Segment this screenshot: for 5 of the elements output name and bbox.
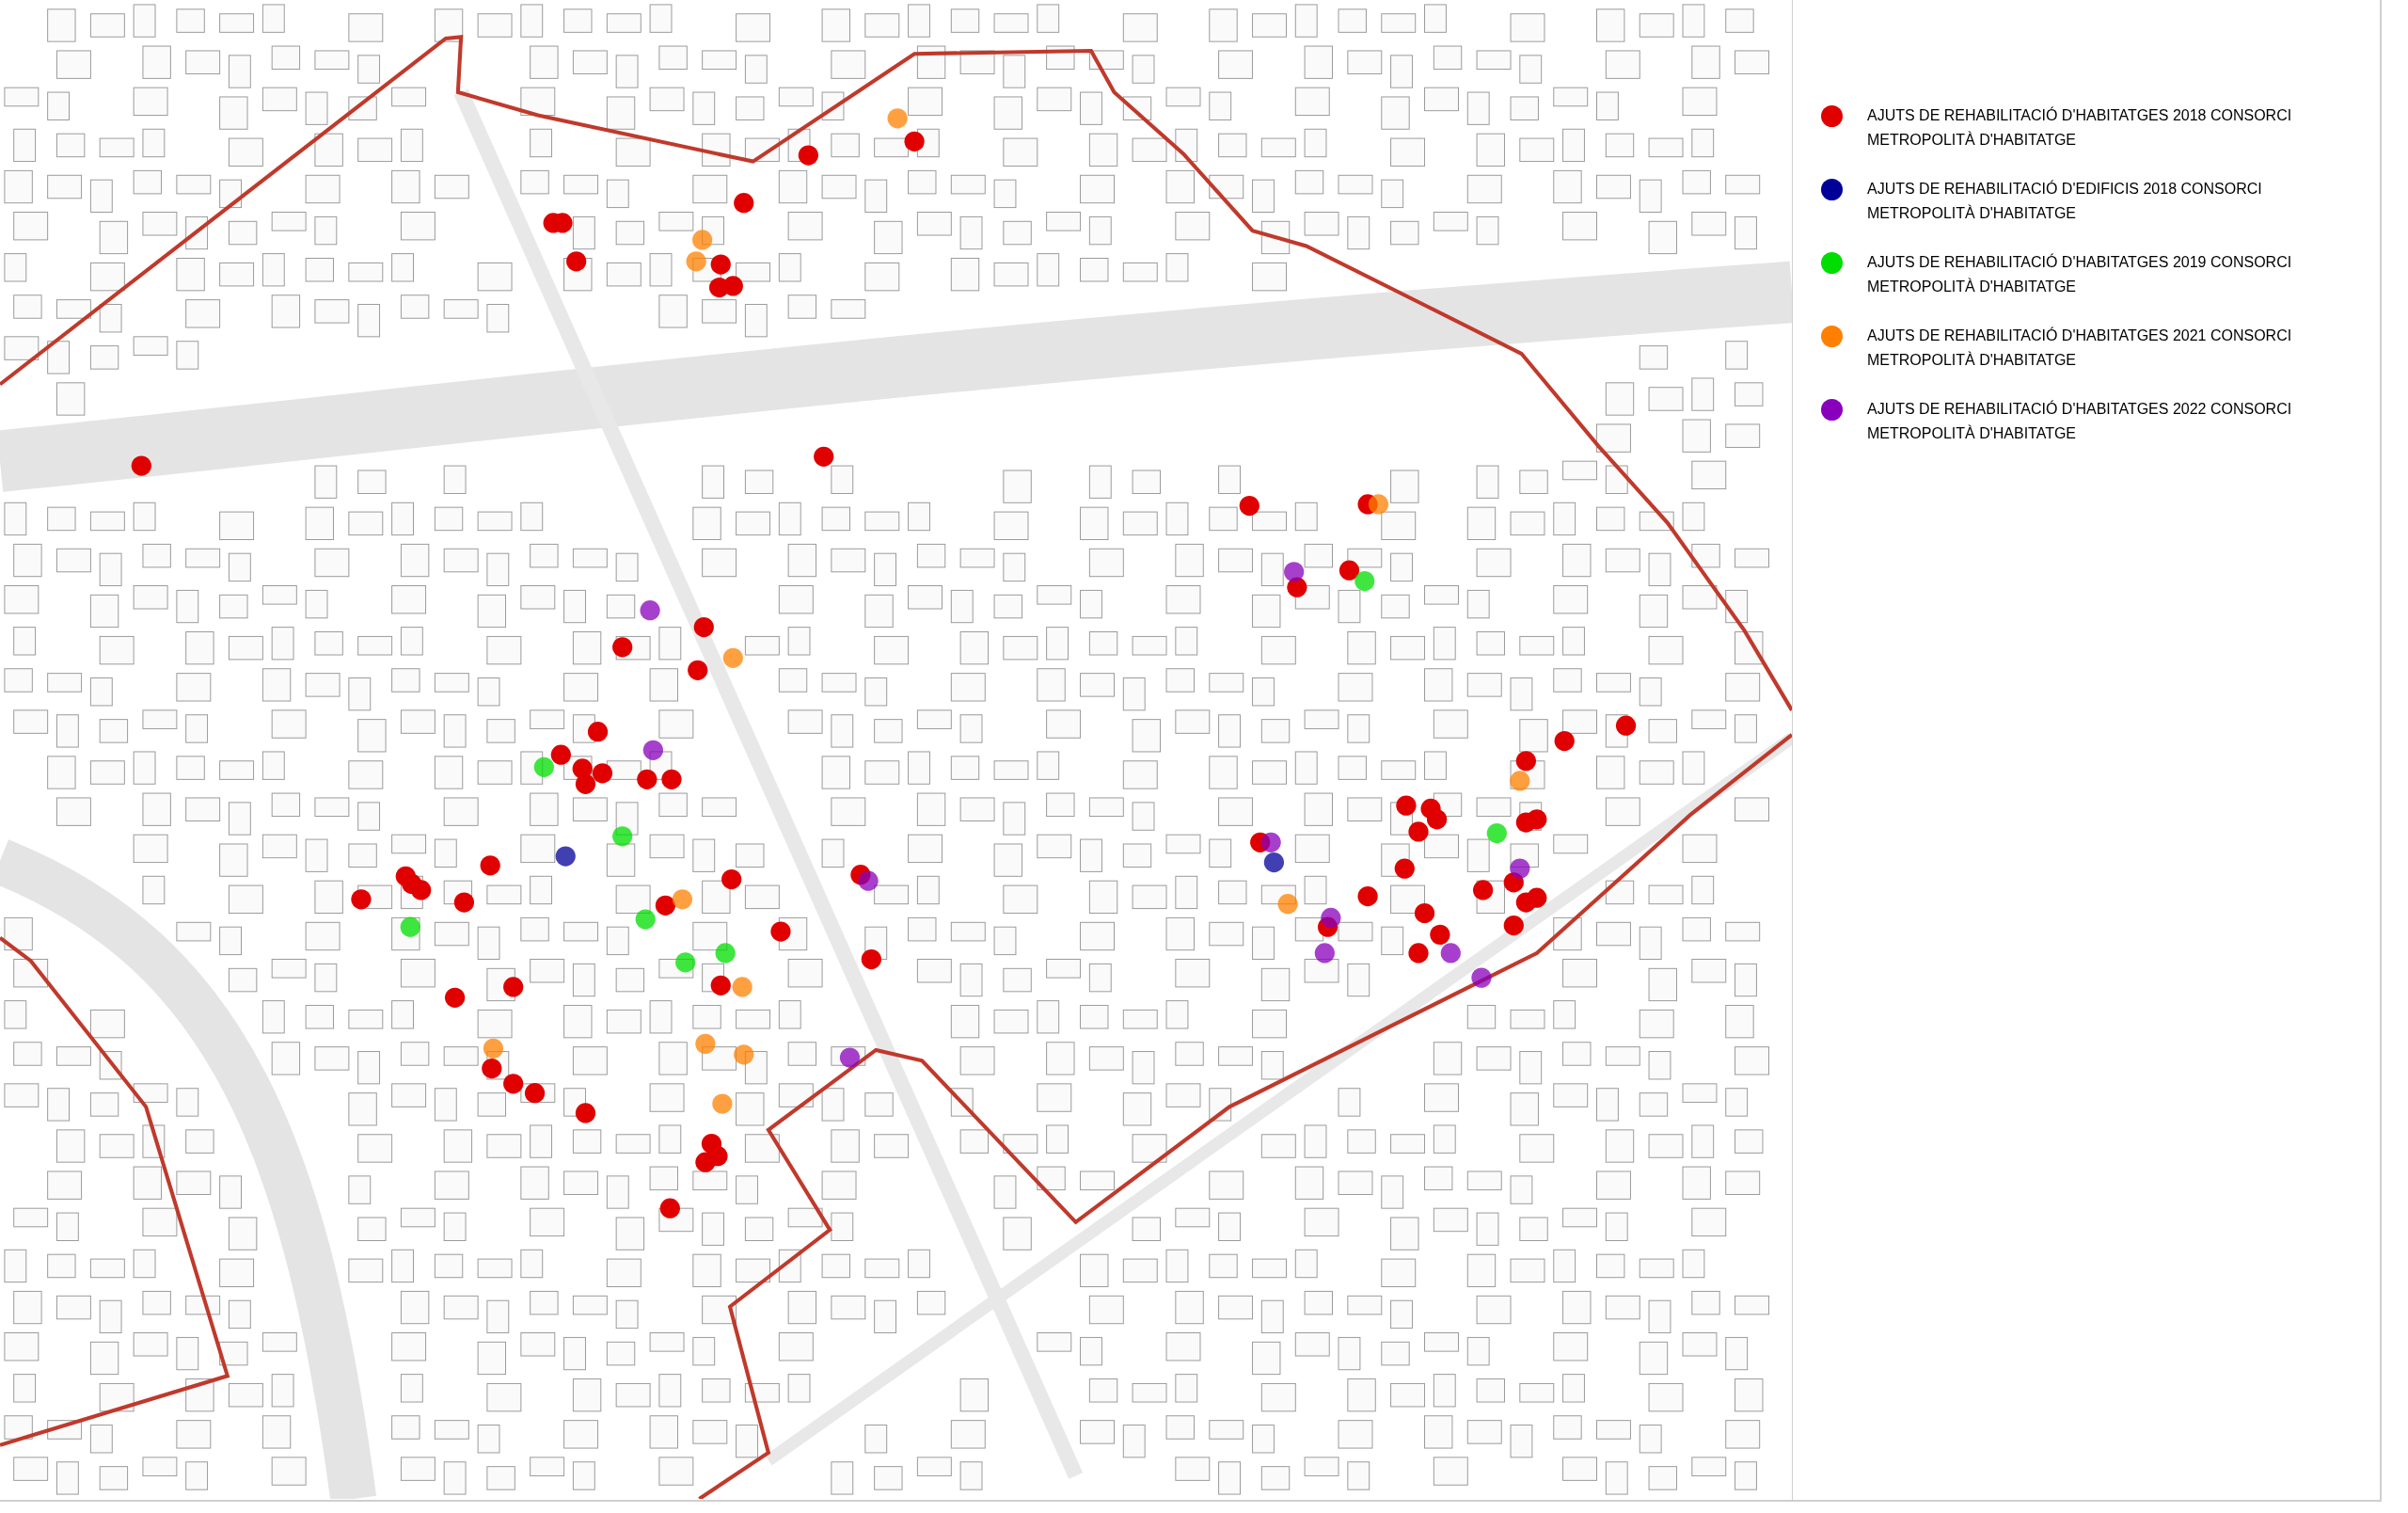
legend-label: AJUTS DE REHABILITACIÓ D'EDIFICIS 2018 CONSORCI METROPOLITÀ D'HABITATGE: [1867, 179, 2263, 223]
legend-label: AJUTS DE REHABILITACIÓ D'HABITATGES 2022 CONSORCI METROPOLITÀ D'HABITATGE: [1867, 399, 2293, 443]
legend-label: AJUTS DE REHABILITACIÓ D'HABITATGES 2021 CONSORCI METROPOLITÀ D'HABITATGE: [1867, 326, 2293, 370]
legend-label: AJUTS DE REHABILITACIÓ D'HABITATGES 2018 CONSORCI METROPOLITÀ D'HABITATGE: [1867, 105, 2293, 150]
legend-label: AJUTS DE REHABILITACIÓ D'HABITATGES 2019 CONSORCI METROPOLITÀ D'HABITATGE: [1867, 252, 2293, 296]
